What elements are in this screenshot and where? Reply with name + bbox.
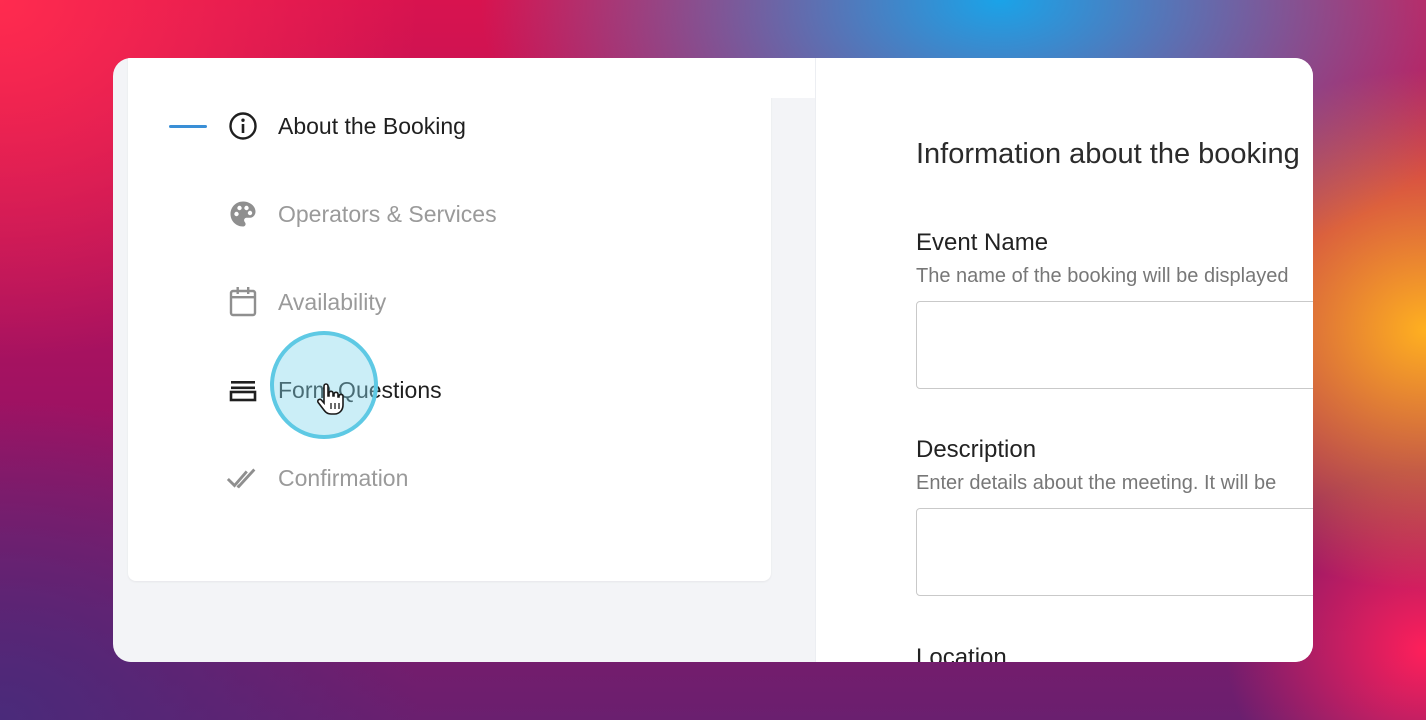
list-lines-icon bbox=[226, 373, 260, 407]
active-step-indicator bbox=[169, 124, 207, 128]
step-label: Form Questions bbox=[278, 376, 442, 403]
app-window: About the Booking Operators & Services A… bbox=[113, 58, 1313, 662]
event-name-help: The name of the booking will be displaye… bbox=[916, 265, 1289, 287]
palette-icon bbox=[226, 197, 260, 231]
info-circle-icon bbox=[226, 109, 260, 143]
step-label: Confirmation bbox=[278, 464, 409, 491]
section-title: Information about the booking bbox=[916, 138, 1300, 170]
step-label: Availability bbox=[278, 288, 387, 315]
location-label: Location bbox=[916, 644, 1007, 662]
description-help: Enter details about the meeting. It will… bbox=[916, 472, 1277, 494]
description-label: Description bbox=[916, 436, 1037, 463]
step-label: Operators & Services bbox=[278, 200, 497, 227]
event-name-label: Event Name bbox=[916, 229, 1049, 256]
calendar-icon bbox=[226, 285, 260, 319]
description-input[interactable] bbox=[916, 508, 1313, 596]
event-name-input[interactable] bbox=[916, 301, 1313, 389]
booking-details-panel: Information about the booking Event Name… bbox=[815, 58, 1313, 662]
divider-strip bbox=[771, 58, 815, 98]
steps-sidebar: About the Booking Operators & Services A… bbox=[128, 58, 771, 581]
double-check-icon bbox=[226, 461, 260, 495]
step-label: About the Booking bbox=[278, 112, 466, 139]
